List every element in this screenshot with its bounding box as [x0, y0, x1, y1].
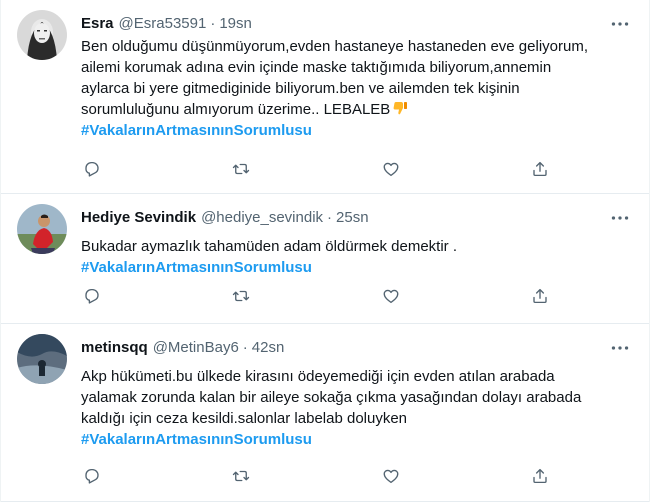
- retweet-icon: [233, 163, 250, 175]
- tweet-actions: [81, 158, 551, 180]
- share-icon: [533, 288, 547, 304]
- reply-icon: [85, 288, 99, 304]
- display-name[interactable]: Esra: [81, 15, 114, 32]
- user-handle[interactable]: @Esra53591: [119, 15, 207, 32]
- tweet-header: metinsqq @MetinBay6 · 42sn: [81, 336, 633, 358]
- reply-icon: [85, 468, 99, 484]
- separator-dot: ·: [242, 338, 248, 356]
- tweet-actions: [81, 465, 551, 487]
- tweet-text-line: Ben olduğumu düşünmüyorum,evden hastaney…: [81, 38, 588, 55]
- retweet-button[interactable]: [230, 465, 252, 487]
- tweet-text-line: aylarca bi yere gitmediginide biliyorum.…: [81, 80, 520, 97]
- display-name[interactable]: Hediye Sevindik: [81, 209, 196, 226]
- timestamp[interactable]: 42sn: [252, 339, 285, 356]
- tweet[interactable]: Hediye Sevindik @hediye_sevindik · 25sn …: [1, 194, 649, 324]
- tweet-header: Hediye Sevindik @hediye_sevindik · 25sn: [81, 206, 633, 228]
- thumbs-down-icon: [393, 102, 408, 115]
- tweet-header: Esra @Esra53591 · 19sn: [81, 12, 633, 34]
- hashtag-link[interactable]: #VakalarınArtmasınınSorumlusu: [81, 429, 626, 450]
- more-options-button[interactable]: [609, 14, 631, 34]
- more-icon: [611, 22, 629, 26]
- retweet-icon: [233, 470, 250, 482]
- tweet[interactable]: metinsqq @MetinBay6 · 42sn Akp hükümeti.…: [1, 324, 649, 502]
- tweet[interactable]: Esra @Esra53591 · 19sn Ben olduğumu düşü…: [1, 0, 649, 194]
- avatar-image-icon: [17, 204, 67, 254]
- tweet-text: Akp hükümeti.bu ülkede kirasını ödeyemed…: [81, 366, 626, 450]
- tweet-text-line: kaldığı için ceza kesildi.salonlar label…: [81, 410, 408, 427]
- reply-button[interactable]: [81, 465, 103, 487]
- timestamp[interactable]: 19sn: [219, 15, 252, 32]
- tweet-text-line: yalamak zorunda kalan bir aileye sokağa …: [81, 389, 582, 406]
- timestamp[interactable]: 25sn: [336, 209, 369, 226]
- more-options-button[interactable]: [609, 208, 631, 228]
- avatar-image-icon: [17, 334, 67, 384]
- retweet-icon: [233, 290, 250, 302]
- share-button[interactable]: [529, 285, 551, 307]
- like-icon: [383, 469, 399, 484]
- like-button[interactable]: [380, 158, 402, 180]
- user-handle[interactable]: @MetinBay6: [153, 339, 239, 356]
- avatar[interactable]: [17, 334, 67, 384]
- share-icon: [533, 468, 547, 484]
- tweet-text-line: Akp hükümeti.bu ülkede kirasını ödeyemed…: [81, 368, 555, 385]
- avatar[interactable]: [17, 204, 67, 254]
- reply-button[interactable]: [81, 285, 103, 307]
- separator-dot: ·: [210, 14, 216, 32]
- retweet-button[interactable]: [230, 285, 252, 307]
- tweet-text-line-last: sorumluluğunu almıyorum üzerime.. LEBALE…: [81, 99, 626, 120]
- like-button[interactable]: [380, 285, 402, 307]
- tweet-text-line: sorumluluğunu almıyorum üzerime.. LEBALE…: [81, 101, 391, 118]
- share-icon: [533, 161, 547, 177]
- more-icon: [611, 216, 629, 220]
- display-name[interactable]: metinsqq: [81, 339, 148, 356]
- tweet-text-line: Bukadar aymazlık tahamüden adam öldürmek…: [81, 238, 458, 255]
- more-icon: [611, 346, 629, 350]
- user-handle[interactable]: @hediye_sevindik: [201, 209, 323, 226]
- tweet-text-line: ailemi korumak adına evin içinde maske t…: [81, 59, 552, 76]
- hashtag-link[interactable]: #VakalarınArtmasınınSorumlusu: [81, 120, 626, 141]
- share-button[interactable]: [529, 158, 551, 180]
- tweet-feed: Esra @Esra53591 · 19sn Ben olduğumu düşü…: [0, 0, 650, 502]
- like-button[interactable]: [380, 465, 402, 487]
- tweet-text: Bukadar aymazlık tahamüden adam öldürmek…: [81, 236, 626, 278]
- reply-button[interactable]: [81, 158, 103, 180]
- like-icon: [383, 162, 399, 177]
- reply-icon: [85, 161, 99, 177]
- share-button[interactable]: [529, 465, 551, 487]
- separator-dot: ·: [327, 208, 333, 226]
- more-options-button[interactable]: [609, 338, 631, 358]
- tweet-actions: [81, 285, 551, 307]
- avatar-image-icon: [17, 10, 67, 60]
- like-icon: [383, 289, 399, 304]
- hashtag-link[interactable]: #VakalarınArtmasınınSorumlusu: [81, 257, 626, 278]
- tweet-text: Ben olduğumu düşünmüyorum,evden hastaney…: [81, 36, 626, 141]
- avatar[interactable]: [17, 10, 67, 60]
- retweet-button[interactable]: [230, 158, 252, 180]
